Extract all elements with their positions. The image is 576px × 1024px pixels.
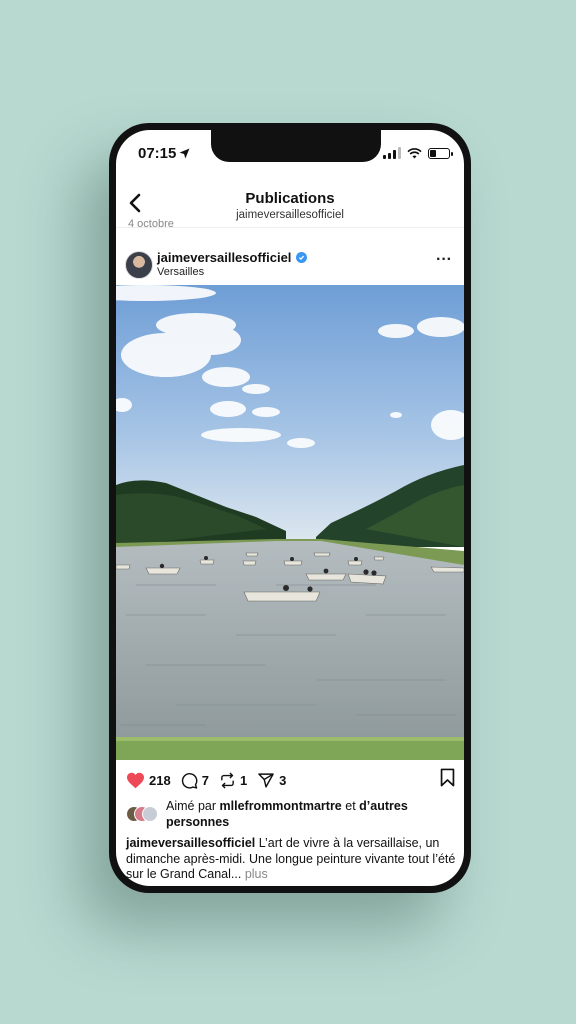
post-header: jaimeversaillesofficiel Versailles ···	[116, 247, 464, 287]
wifi-icon	[407, 147, 422, 159]
share-action[interactable]: 3	[257, 772, 286, 789]
caption-username[interactable]: jaimeversaillesofficiel	[126, 836, 255, 850]
page-title: Publications	[245, 190, 335, 207]
more-options-icon[interactable]: ···	[436, 252, 452, 268]
bookmark-icon[interactable]	[439, 768, 456, 787]
liked-by-user[interactable]: mllefrommontmartre	[220, 799, 342, 813]
signal-icon	[383, 147, 401, 159]
heart-icon[interactable]	[126, 772, 145, 789]
phone-screen: 07:15 Publications jaimeversaillesoffici…	[116, 130, 464, 886]
battery-icon	[428, 147, 453, 159]
reposts-count: 1	[239, 772, 248, 788]
back-chevron-icon[interactable]	[126, 192, 146, 214]
divider	[116, 227, 464, 236]
post-username-row[interactable]: jaimeversaillesofficiel	[157, 250, 308, 265]
comment-action[interactable]: 7	[181, 772, 209, 789]
location-arrow-icon	[179, 148, 190, 159]
shares-count: 3	[279, 772, 287, 788]
like-action[interactable]: 218	[126, 772, 171, 789]
post-location[interactable]: Versailles	[157, 266, 204, 278]
liked-by-and: et	[345, 799, 356, 813]
share-icon[interactable]	[257, 772, 275, 789]
comment-icon[interactable]	[181, 772, 198, 789]
canal-photo-image	[116, 285, 464, 760]
caption-more-link[interactable]: plus	[245, 867, 268, 881]
liked-by[interactable]: Aimé par mllefrommontmartre et d’autres …	[126, 798, 454, 830]
avatar[interactable]	[125, 251, 153, 279]
post-username[interactable]: jaimeversaillesofficiel	[157, 250, 291, 265]
repost-action[interactable]: 1	[219, 772, 247, 789]
status-time: 07:15	[138, 145, 177, 162]
status-icons	[383, 147, 453, 159]
likes-count: 218	[149, 772, 171, 788]
post-photo[interactable]	[116, 285, 464, 760]
repost-icon[interactable]	[219, 772, 236, 789]
notch	[211, 130, 381, 162]
status-time-group: 07:15	[138, 145, 190, 162]
post-actions: 218 7 1 3	[116, 768, 464, 792]
liked-by-prefix: Aimé par	[166, 799, 217, 813]
post-caption: jaimeversaillesofficiel L’art de vivre à…	[126, 836, 456, 883]
comments-count: 7	[201, 772, 209, 788]
phone-frame: 07:15 Publications jaimeversaillesoffici…	[109, 123, 471, 893]
verified-icon	[296, 252, 308, 263]
liker-avatars	[126, 806, 162, 822]
